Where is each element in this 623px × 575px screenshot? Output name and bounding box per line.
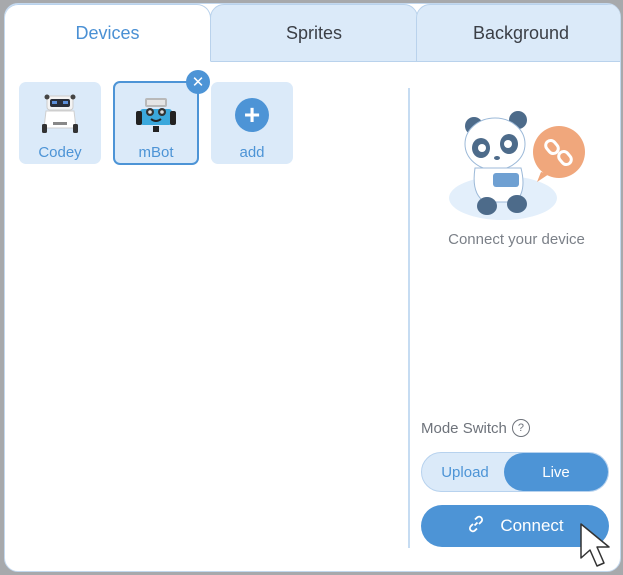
codey-robot-icon (35, 92, 85, 138)
panel-divider (408, 88, 410, 548)
tab-bar: Sprites Background Devices (5, 4, 620, 62)
link-icon (466, 514, 486, 539)
mode-switch-toggle[interactable]: Upload Live (421, 452, 609, 492)
tab-sprites[interactable]: Sprites (210, 4, 418, 62)
mouse-cursor-icon (578, 522, 618, 572)
panda-disconnected-illustration (441, 106, 591, 226)
mode-upload-option[interactable]: Upload (422, 453, 508, 491)
connect-hint-text: Connect your device (448, 231, 585, 248)
close-icon[interactable]: ✕ (186, 70, 210, 94)
connect-label: Connect (500, 516, 564, 535)
tab-underline (210, 61, 620, 62)
mode-switch-label: Mode Switch ? (421, 419, 530, 437)
mbot-robot-icon (131, 93, 181, 139)
device-codey[interactable]: Codey (19, 82, 101, 164)
plus-icon: + (235, 98, 269, 132)
device-label: Codey (38, 144, 82, 161)
tab-background[interactable]: Background (416, 4, 620, 62)
device-label: mBot (138, 144, 174, 161)
add-device-button[interactable]: + add (211, 82, 293, 164)
help-icon[interactable]: ? (511, 419, 530, 437)
device-label: add (239, 144, 265, 161)
devices-panel: Sprites Background Devices Codey ✕ mBot … (4, 3, 621, 572)
mode-switch-label-text: Mode Switch (421, 419, 507, 437)
device-list: Codey ✕ mBot + add (19, 70, 293, 165)
tab-devices[interactable]: Devices (5, 4, 211, 62)
mode-live-option[interactable]: Live (504, 453, 608, 491)
device-mbot[interactable]: ✕ mBot (113, 70, 210, 165)
